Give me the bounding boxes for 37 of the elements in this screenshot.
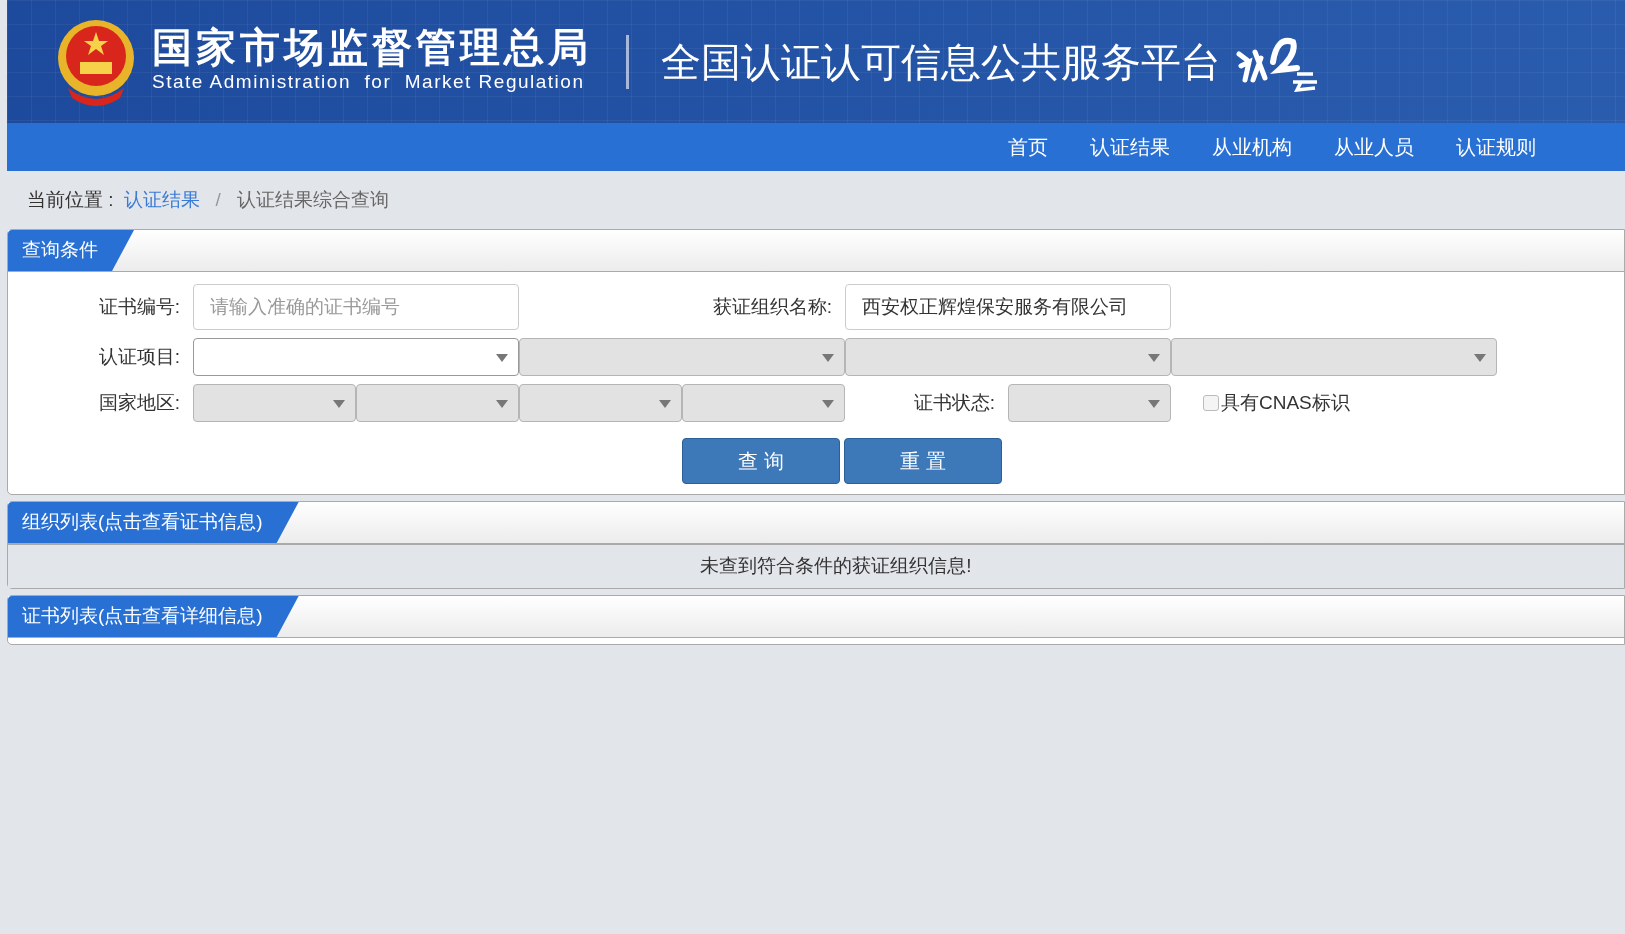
platform-name: 全国认证认可信息公共服务平台 <box>661 38 1221 86</box>
nav-link[interactable]: 认证结果 <box>1069 132 1191 162</box>
dropdown-caret-icon <box>333 400 345 408</box>
nav-link[interactable]: 从业人员 <box>1313 132 1435 162</box>
field-label: 国家地区: <box>97 390 181 415</box>
panel-title: 证书列表(点击查看详细信息) <box>8 596 299 637</box>
text-field[interactable]: 西安权正辉煌保安服务有限公司 <box>845 284 1171 330</box>
field-label: 证书状态: <box>912 390 996 415</box>
dropdown-caret-icon <box>496 354 508 362</box>
dropdown-caret-icon <box>1148 354 1160 362</box>
dropdown-caret-icon <box>822 354 834 362</box>
dropdown-caret-icon <box>659 400 671 408</box>
field-label: 证书编号: <box>97 294 181 319</box>
dropdown-caret-icon <box>822 400 834 408</box>
agency-name-english: State Administration for Market Regulation <box>152 70 586 95</box>
breadcrumb-link[interactable]: 认证结果 <box>123 185 200 215</box>
search-button[interactable]: 查 询 <box>682 438 840 484</box>
field-label: 认证项目: <box>97 344 181 369</box>
field-label: 获证组织名称: <box>711 294 833 319</box>
agency-name: 国家市场监督管理总局 <box>152 26 592 69</box>
reset-button[interactable]: 重 置 <box>844 438 1002 484</box>
panel-title: 组织列表(点击查看证书信息) <box>8 502 299 543</box>
breadcrumb-separator: / <box>214 187 222 212</box>
checkbox[interactable] <box>1203 395 1219 411</box>
dropdown-caret-icon <box>1474 354 1486 362</box>
nav-link[interactable]: 首页 <box>987 132 1069 162</box>
text-field[interactable]: 请输入准确的证书编号 <box>193 284 519 330</box>
checkbox-label: 具有CNAS标识 <box>1221 390 1350 415</box>
breadcrumb-current: 认证结果综合查询 <box>236 187 389 212</box>
panel-title: 查询条件 <box>8 230 134 271</box>
nav-link[interactable]: 从业机构 <box>1191 132 1313 162</box>
nav-link[interactable]: 认证规则 <box>1435 132 1557 162</box>
dropdown-caret-icon <box>496 400 508 408</box>
dropdown-caret-icon <box>1148 400 1160 408</box>
breadcrumb-label: 当前位置 : <box>27 187 114 212</box>
empty-message: 未查到符合条件的获证组织信息! <box>700 554 972 579</box>
dropdown-field[interactable] <box>193 338 519 376</box>
